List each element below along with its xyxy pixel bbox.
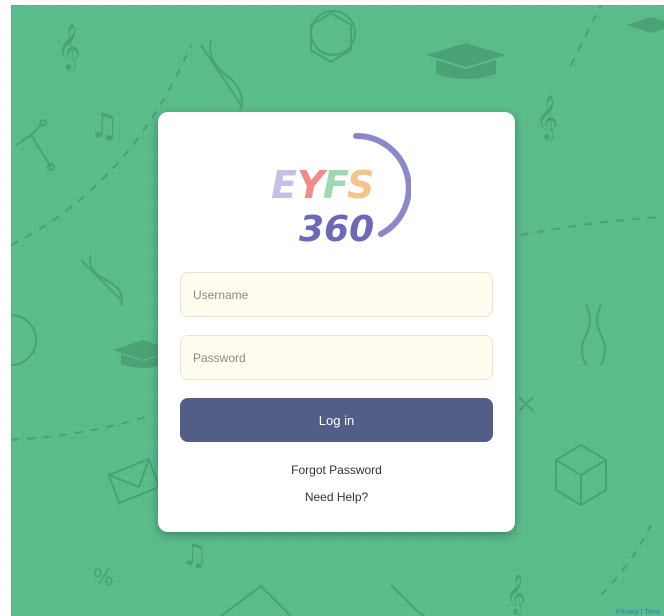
forgot-password-link[interactable]: Forgot Password [158, 463, 515, 477]
username-input[interactable] [180, 272, 493, 317]
logo-letter-e: E [271, 163, 297, 207]
need-help-link[interactable]: Need Help? [158, 490, 515, 504]
login-button[interactable]: Log in [180, 398, 493, 442]
password-input[interactable] [180, 335, 493, 380]
percent-icon: % [93, 566, 114, 591]
graduation-cap-icon [626, 17, 664, 33]
music-note-icon: ♫ [89, 106, 119, 146]
footer-fragment[interactable]: Privacy | Term [616, 609, 660, 616]
graduation-cap-icon [426, 43, 506, 79]
logo-letter-s: S [347, 163, 374, 207]
login-card: E Y F S 360 Log in Forgot Password Need … [158, 112, 515, 532]
eyfs-360-logo: E Y F S 360 [271, 132, 411, 246]
treble-clef-icon: 𝄞 [506, 574, 526, 615]
treble-clef-icon: 𝄞 [57, 24, 81, 72]
music-note-icon: ♫ [181, 538, 208, 573]
logo-letter-f: F [323, 163, 349, 207]
logo-360-text: 360 [299, 209, 374, 246]
treble-clef-icon: 𝄞 [536, 95, 558, 141]
